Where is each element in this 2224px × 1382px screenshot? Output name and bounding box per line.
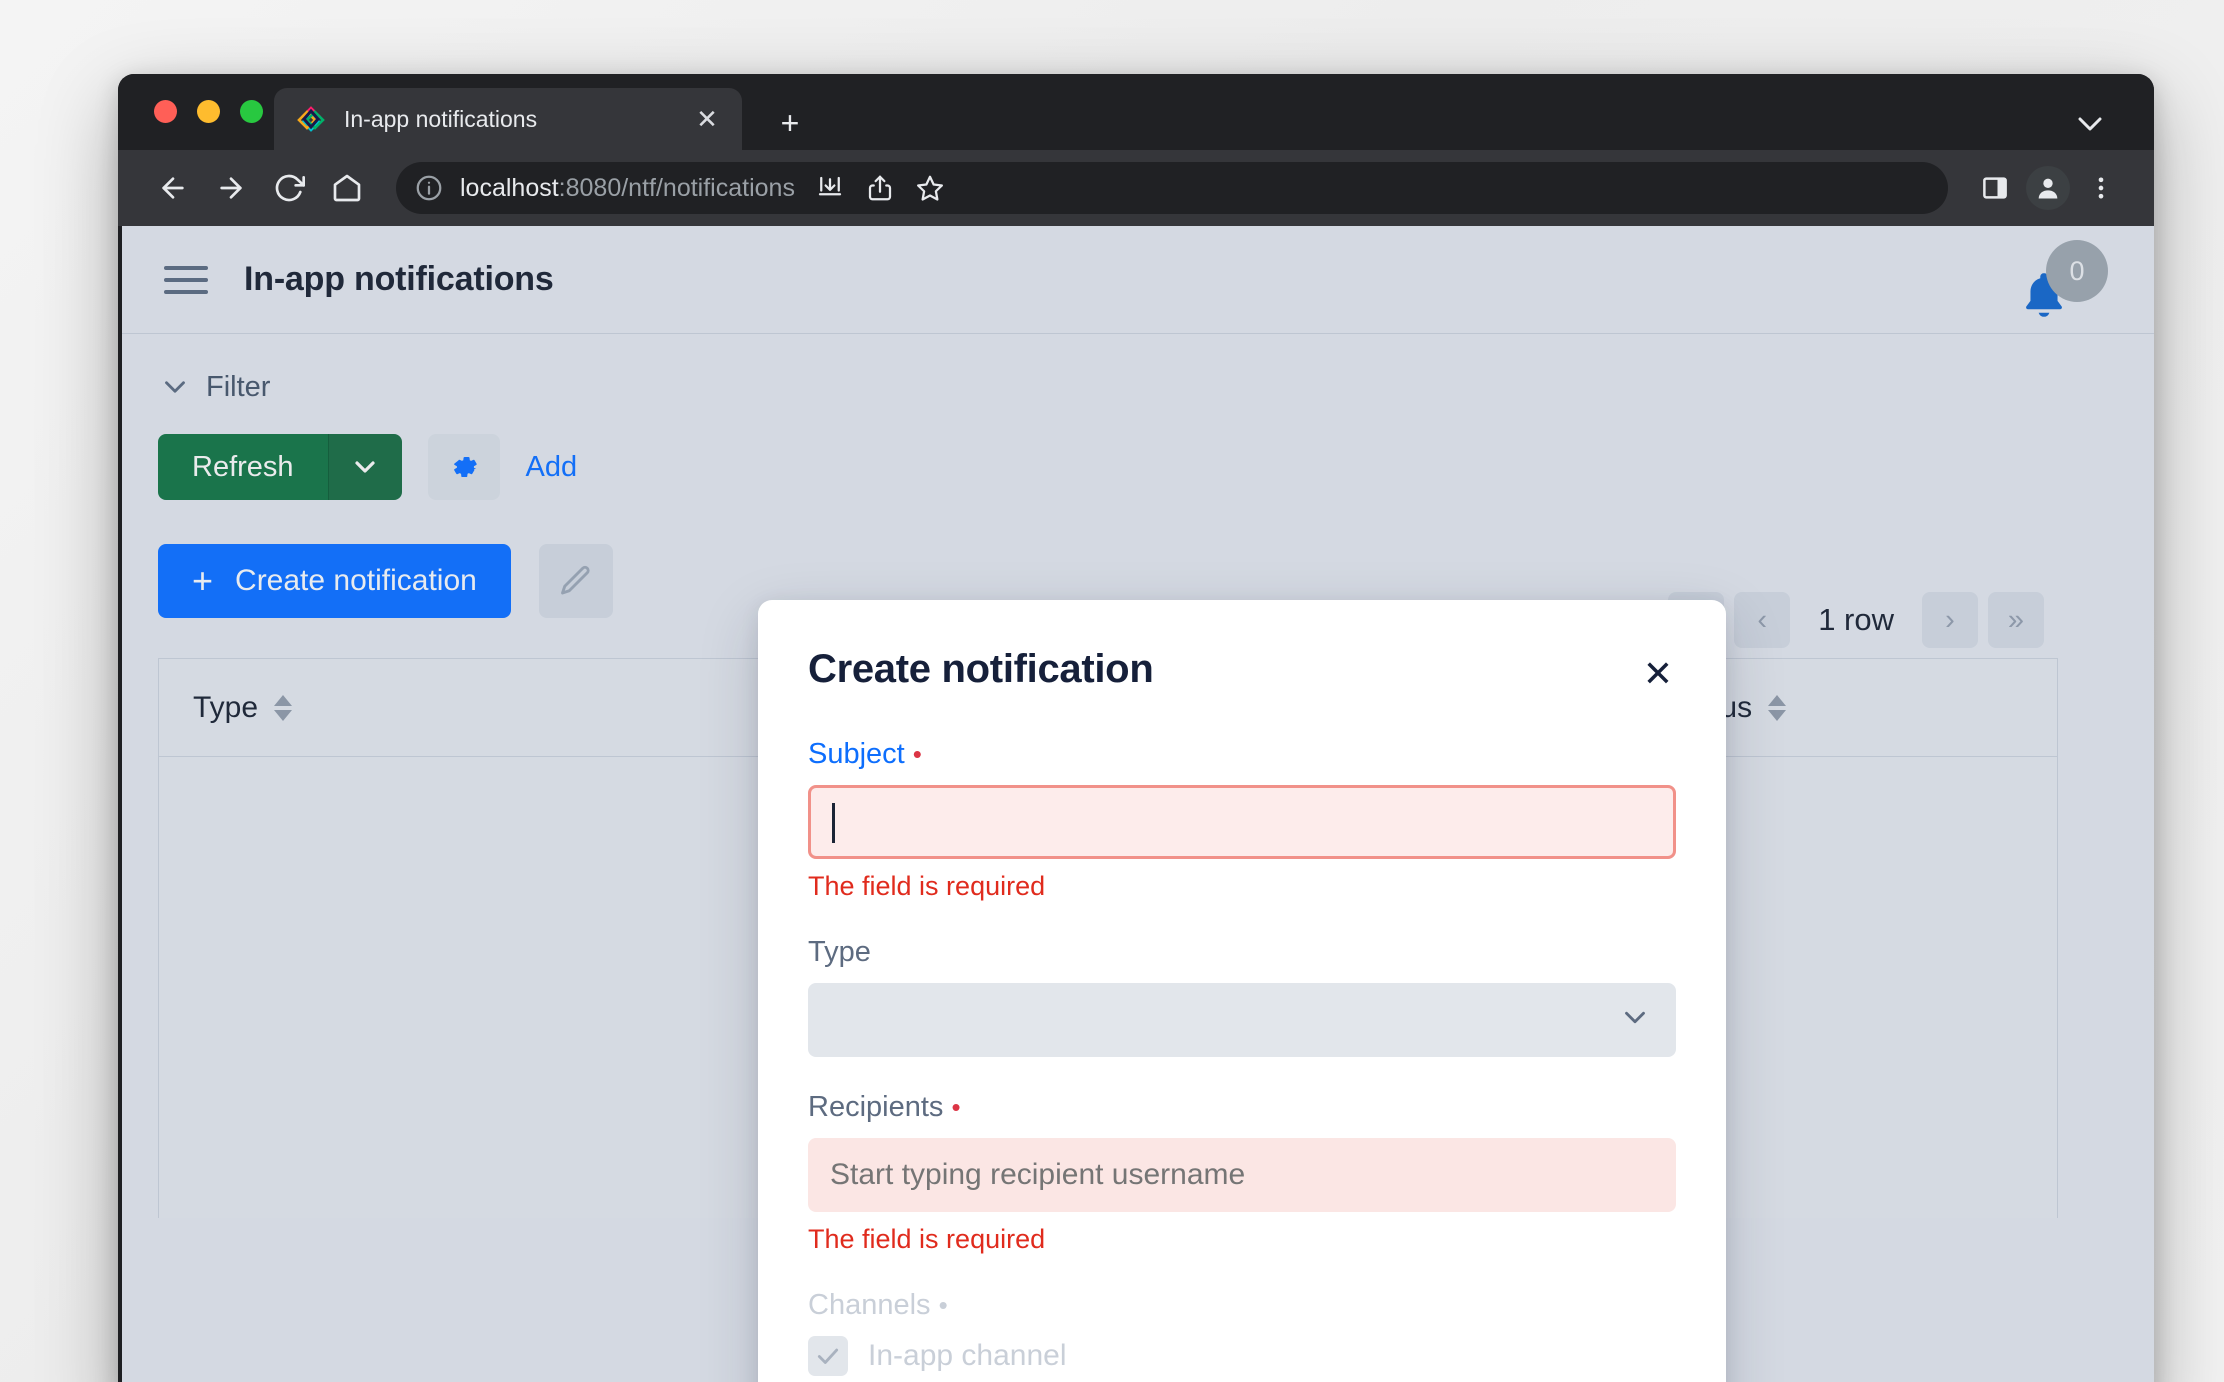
recipients-error-message: The field is required [808, 1224, 1676, 1255]
browser-tab[interactable]: In-app notifications ✕ [274, 88, 742, 150]
required-marker: • [913, 739, 922, 769]
home-icon[interactable] [322, 163, 372, 213]
in-app-channel-label: In-app channel [868, 1339, 1067, 1373]
text-cursor [832, 803, 835, 843]
page-viewport: In-app notifications 0 Filter Refresh [118, 226, 2154, 1382]
recipients-input[interactable] [808, 1138, 1676, 1212]
subject-input[interactable] [808, 785, 1676, 859]
channels-form-group: Channels • In-app channel [808, 1289, 1676, 1376]
browser-toolbar: localhost:8080/ntf/notifications [118, 150, 2154, 226]
close-tab-icon[interactable]: ✕ [692, 106, 722, 132]
address-bar-url: localhost:8080/ntf/notifications [460, 174, 795, 203]
address-bar[interactable]: localhost:8080/ntf/notifications [396, 162, 1948, 214]
dialog-header: Create notification ✕ [758, 600, 1726, 738]
maximize-window-button[interactable] [240, 100, 263, 123]
forward-arrow-icon[interactable] [206, 163, 256, 213]
download-icon[interactable] [805, 163, 855, 213]
back-arrow-icon[interactable] [148, 163, 198, 213]
recipients-form-group: Recipients • The field is required [808, 1091, 1676, 1255]
channels-label: Channels • [808, 1289, 1676, 1322]
recipients-label-text: Recipients [808, 1091, 943, 1123]
create-notification-dialog: Create notification ✕ Subject • The fiel… [758, 600, 1726, 1382]
type-select[interactable] [808, 983, 1676, 1057]
reload-icon[interactable] [264, 163, 314, 213]
star-icon[interactable] [905, 163, 955, 213]
chevron-down-icon[interactable] [2070, 104, 2110, 144]
dialog-body: Subject • The field is required Type [758, 738, 1726, 1382]
type-select-wrap [808, 983, 1676, 1057]
url-host: localhost [460, 174, 559, 202]
close-icon[interactable]: ✕ [1634, 650, 1682, 698]
browser-window: In-app notifications ✕ + localhost:8080/… [118, 74, 2154, 1382]
close-window-button[interactable] [154, 100, 177, 123]
dialog-title: Create notification [808, 647, 1153, 692]
subject-input-wrap [808, 785, 1676, 859]
type-form-group: Type [808, 936, 1676, 1057]
minimize-window-button[interactable] [197, 100, 220, 123]
app-logo-icon [296, 104, 326, 134]
url-path: :8080/ntf/notifications [559, 174, 795, 202]
share-icon[interactable] [855, 163, 905, 213]
required-marker: • [939, 1290, 948, 1320]
subject-label: Subject • [808, 738, 1676, 771]
checkmark-icon[interactable] [808, 1336, 848, 1376]
info-circle-icon[interactable] [414, 173, 444, 203]
recipients-label: Recipients • [808, 1091, 1676, 1124]
browser-tab-title: In-app notifications [344, 106, 692, 133]
omnibox-actions [805, 163, 955, 213]
required-marker: • [951, 1092, 960, 1122]
window-traffic-lights [154, 100, 263, 123]
browser-tab-strip: In-app notifications ✕ + [118, 74, 2154, 150]
type-label: Type [808, 936, 1676, 969]
new-tab-button[interactable]: + [770, 104, 810, 144]
browser-toolbar-right [1970, 163, 2126, 213]
in-app-channel-checkbox-row[interactable]: In-app channel [808, 1336, 1676, 1376]
subject-error-message: The field is required [808, 871, 1676, 902]
side-panel-icon[interactable] [1970, 163, 2020, 213]
channels-label-text: Channels [808, 1289, 931, 1321]
three-dot-menu-icon[interactable] [2076, 163, 2126, 213]
subject-label-text: Subject [808, 738, 905, 770]
subject-form-group: Subject • The field is required [808, 738, 1676, 902]
profile-avatar-icon[interactable] [2026, 166, 2070, 210]
